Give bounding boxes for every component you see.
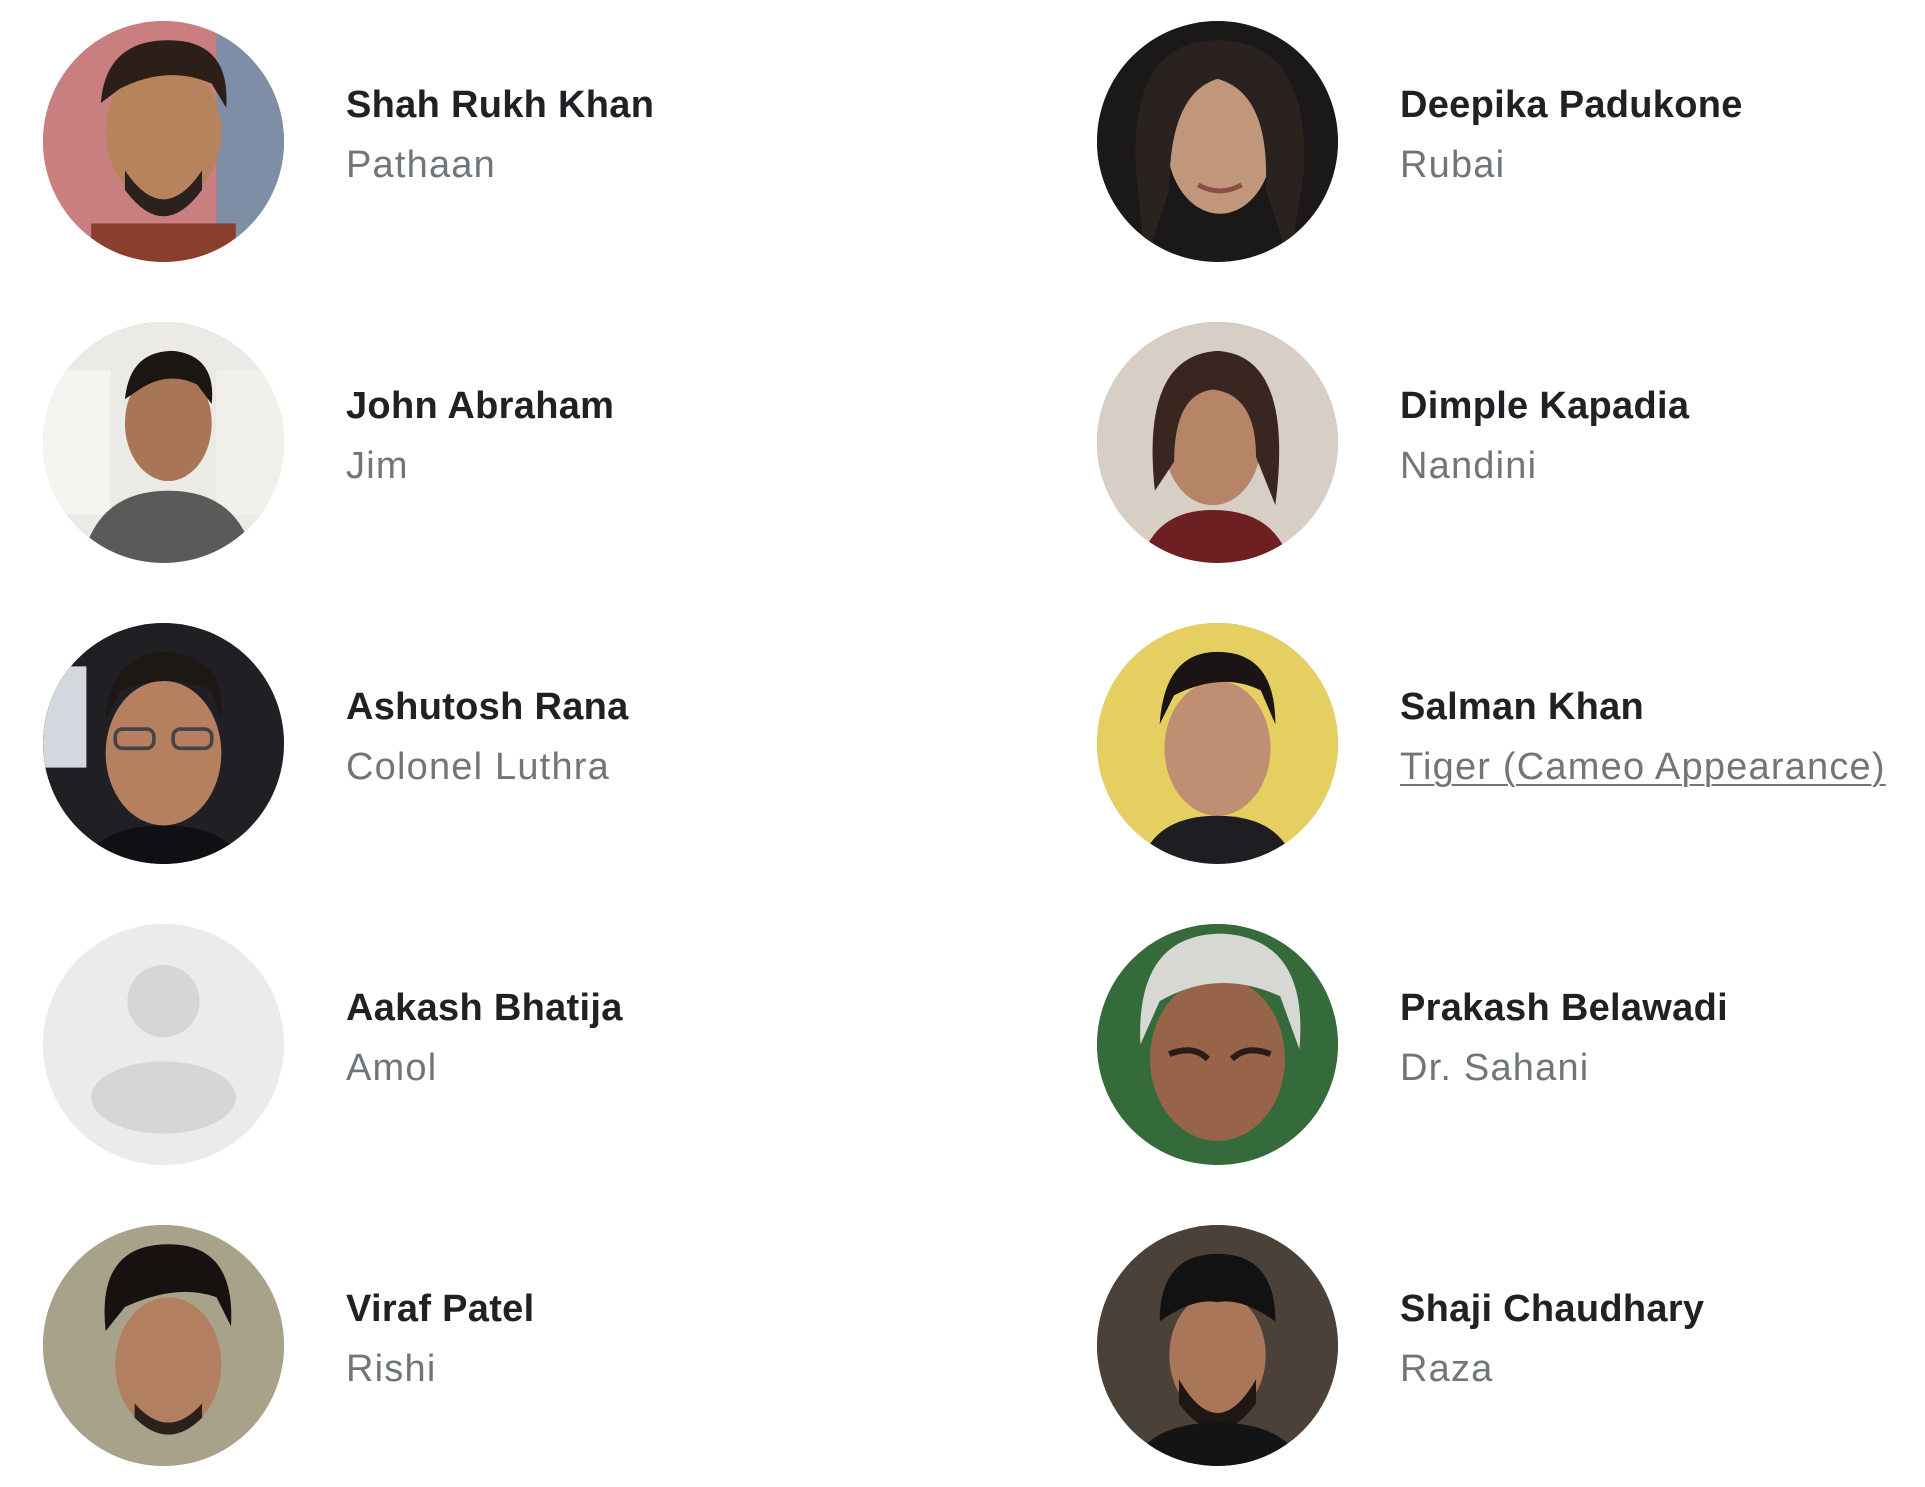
cast-card[interactable]: Deepika Padukone Rubai	[1054, 0, 1925, 262]
actor-name[interactable]: Prakash Belawadi	[1400, 985, 1925, 1031]
role-name: Amol	[346, 1047, 438, 1089]
actor-photo[interactable]	[1097, 322, 1338, 563]
role-name: Raza	[1400, 1348, 1494, 1390]
actor-name[interactable]: Ashutosh Rana	[346, 684, 886, 730]
person-icon	[43, 924, 284, 1165]
actor-name[interactable]: Deepika Padukone	[1400, 82, 1925, 128]
cast-card[interactable]: Prakash Belawadi Dr. Sahani	[1054, 903, 1925, 1165]
actor-photo[interactable]	[43, 322, 284, 563]
cast-card[interactable]: Salman Khan Tiger (Cameo Appearance)	[1054, 602, 1925, 864]
role-name: Pathaan	[346, 144, 496, 186]
cast-card[interactable]: Dimple Kapadia Nandini	[1054, 301, 1925, 563]
actor-name[interactable]: Dimple Kapadia	[1400, 383, 1925, 429]
actor-photo[interactable]	[43, 623, 284, 864]
actor-photo[interactable]	[1097, 623, 1338, 864]
role-name: Rishi	[346, 1348, 437, 1390]
cast-card[interactable]: John Abraham Jim	[0, 301, 900, 563]
actor-photo[interactable]	[43, 21, 284, 262]
actor-photo[interactable]	[1097, 924, 1338, 1165]
actor-name[interactable]: Aakash Bhatija	[346, 985, 886, 1031]
role-name: Jim	[346, 445, 409, 487]
actor-photo[interactable]	[1097, 21, 1338, 262]
cast-grid: Shah Rukh Khan Pathaan Deepika Padukone …	[0, 0, 1925, 1487]
cast-card[interactable]: Shah Rukh Khan Pathaan	[0, 0, 900, 262]
role-name: Nandini	[1400, 445, 1538, 487]
cast-card[interactable]: Shaji Chaudhary Raza	[1054, 1204, 1925, 1466]
cast-card[interactable]: Ashutosh Rana Colonel Luthra	[0, 602, 900, 864]
actor-photo[interactable]	[43, 1225, 284, 1466]
actor-name[interactable]: Salman Khan	[1400, 684, 1925, 730]
role-link[interactable]: Tiger (Cameo Appearance)	[1400, 744, 1925, 790]
avatar-placeholder[interactable]	[43, 924, 284, 1165]
role-name: Rubai	[1400, 144, 1506, 186]
role-name: Dr. Sahani	[1400, 1047, 1590, 1089]
cast-card[interactable]: Viraf Patel Rishi	[0, 1204, 900, 1466]
actor-photo[interactable]	[1097, 1225, 1338, 1466]
cast-card[interactable]: Aakash Bhatija Amol	[0, 903, 900, 1165]
actor-name[interactable]: Shaji Chaudhary	[1400, 1286, 1925, 1332]
role-name: Colonel Luthra	[346, 746, 610, 788]
actor-name[interactable]: John Abraham	[346, 383, 886, 429]
actor-name[interactable]: Viraf Patel	[346, 1286, 886, 1332]
actor-name[interactable]: Shah Rukh Khan	[346, 82, 886, 128]
